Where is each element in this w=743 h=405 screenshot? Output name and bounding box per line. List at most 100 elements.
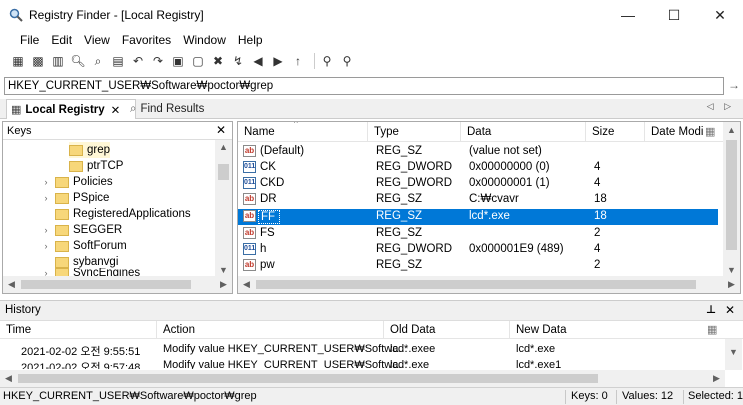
column-time[interactable]: Time xyxy=(0,321,157,339)
value-size: 18 xyxy=(594,210,607,222)
value-row[interactable]: ab pw REG_SZ 2 xyxy=(238,258,718,274)
scroll-thumb[interactable] xyxy=(726,140,737,250)
column-date-modified[interactable]: Date Modi xyxy=(645,122,705,142)
find-next-icon[interactable]: ⌕ xyxy=(90,53,106,69)
value-row[interactable]: 011 CK REG_DWORD 0x00000000 (0) 4 xyxy=(238,160,718,176)
registry-grid-icon: ▦ xyxy=(11,104,22,116)
chevron-right-icon[interactable]: › xyxy=(41,177,51,187)
scroll-right-icon[interactable]: ▶ xyxy=(215,279,232,290)
tab-find-results[interactable]: ⌕ Find Results xyxy=(126,99,236,119)
column-name[interactable]: Name xyxy=(238,122,368,142)
scroll-thumb[interactable] xyxy=(18,374,598,383)
menu-favorites[interactable]: Favorites xyxy=(116,33,177,47)
menu-edit[interactable]: Edit xyxy=(45,33,78,47)
column-chooser-icon[interactable]: ▦ xyxy=(707,323,717,336)
close-icon[interactable]: ✕ xyxy=(725,303,735,317)
value-name-edit[interactable]: FF xyxy=(258,210,280,224)
value-row[interactable]: ab (Default) REG_SZ (value not set) xyxy=(238,144,718,160)
close-icon[interactable]: ✕ xyxy=(216,123,226,137)
pin-icon[interactable]: ⊥ xyxy=(706,303,716,316)
scroll-up-icon[interactable]: ▲ xyxy=(215,142,232,152)
values-vertical-scrollbar[interactable]: ▲ ▼ xyxy=(723,122,740,277)
string-value-icon: ab xyxy=(243,193,256,205)
chevron-right-icon[interactable]: › xyxy=(41,225,51,235)
value-row[interactable]: 011 h REG_DWORD 0x000001E9 (489) 4 xyxy=(238,242,718,258)
tab-scroll-arrows[interactable]: ◁ ▷ xyxy=(707,101,735,112)
tree-item-policies[interactable]: › Policies xyxy=(41,174,113,190)
chevron-right-icon[interactable]: › xyxy=(41,193,51,203)
redo-icon[interactable]: ↷ xyxy=(150,53,166,69)
scroll-thumb[interactable] xyxy=(218,164,229,180)
history-title: History xyxy=(5,304,41,316)
registry-grid-icon[interactable]: ▦ xyxy=(10,53,26,69)
rename-icon[interactable]: ↯ xyxy=(230,53,246,69)
values-horizontal-scrollbar[interactable]: ◀ ▶ xyxy=(238,276,740,293)
column-old-data[interactable]: Old Data xyxy=(384,321,510,339)
scroll-up-icon[interactable]: ▲ xyxy=(723,125,740,135)
tree-item-label: grep xyxy=(87,144,111,156)
copy-icon[interactable]: ▣ xyxy=(170,53,186,69)
value-name: FS xyxy=(260,227,275,239)
undo-icon[interactable]: ↶ xyxy=(130,53,146,69)
close-button[interactable]: ✕ xyxy=(697,0,743,30)
close-tab-icon[interactable]: ✕ xyxy=(111,103,121,117)
history-horizontal-scrollbar[interactable]: ◀ ▶ xyxy=(0,370,725,387)
registry-file-icon[interactable]: ▥ xyxy=(50,53,66,69)
scroll-left-icon[interactable]: ◀ xyxy=(0,373,17,384)
history-vertical-scrollbar[interactable]: ▼ xyxy=(725,339,742,370)
menu-help[interactable]: Help xyxy=(232,33,269,47)
menu-view[interactable]: View xyxy=(78,33,116,47)
minimize-button[interactable]: — xyxy=(605,0,651,30)
scroll-left-icon[interactable]: ◀ xyxy=(238,279,255,290)
find-icon[interactable]: 🔍︎ xyxy=(70,53,86,69)
tree-item-softforum[interactable]: › SoftForum xyxy=(41,238,127,254)
tree-item-segger[interactable]: › SEGGER xyxy=(41,222,123,238)
scroll-right-icon[interactable]: ▶ xyxy=(708,373,725,384)
value-row[interactable]: 011 CKD REG_DWORD 0x00000001 (1) 4 xyxy=(238,176,718,192)
parent-key-icon[interactable]: ↑ xyxy=(290,53,306,69)
back-icon[interactable]: ◀ xyxy=(250,53,266,69)
history-row[interactable]: 2021-02-02 오전 9:57:48 Modify value HKEY_… xyxy=(0,359,740,369)
column-chooser-icon[interactable]: ▦ xyxy=(705,125,715,138)
paste-icon[interactable]: ▢ xyxy=(190,53,206,69)
tab-local-registry[interactable]: ▦ Local Registry ✕ xyxy=(6,99,136,119)
tree-item-ptrtcp[interactable]: ptrTCP xyxy=(69,158,123,174)
history-header: History ⊥ ✕ xyxy=(0,301,743,321)
value-row[interactable]: ab DR REG_SZ C:₩cvavr 18 xyxy=(238,192,718,208)
keys-horizontal-scrollbar[interactable]: ◀ ▶ xyxy=(3,276,232,293)
go-arrow-icon[interactable]: → xyxy=(727,78,741,94)
chevron-right-icon[interactable]: › xyxy=(41,241,51,251)
bookmark-icon[interactable]: ⚲ xyxy=(319,53,335,69)
column-action[interactable]: Action xyxy=(157,321,384,339)
column-type[interactable]: Type xyxy=(368,122,461,142)
column-new-data[interactable]: New Data xyxy=(510,321,700,339)
scroll-down-icon[interactable]: ▼ xyxy=(725,347,742,357)
bookmark-remove-icon[interactable]: ⚲ xyxy=(339,53,355,69)
menu-window[interactable]: Window xyxy=(177,33,232,47)
address-input[interactable]: HKEY_CURRENT_USER₩Software₩poctor₩grep xyxy=(4,77,724,95)
remote-registry-icon[interactable]: ▩ xyxy=(30,53,46,69)
delete-icon[interactable]: ✖ xyxy=(210,53,226,69)
new-key-icon[interactable]: ▤ xyxy=(110,53,126,69)
value-row-selected[interactable]: ab FF REG_SZ lcd*.exe 18 xyxy=(238,209,718,225)
history-old-data: lcd*.exee xyxy=(390,343,436,355)
column-size[interactable]: Size xyxy=(586,122,645,142)
history-row[interactable]: 2021-02-02 오전 9:55:51 Modify value HKEY_… xyxy=(0,343,740,358)
scroll-left-icon[interactable]: ◀ xyxy=(3,279,20,290)
value-row[interactable]: ab FS REG_SZ 2 xyxy=(238,226,718,242)
forward-icon[interactable]: ▶ xyxy=(270,53,286,69)
maximize-button[interactable]: ☐ xyxy=(651,0,697,30)
menu-file[interactable]: File xyxy=(14,33,45,47)
value-name: CK xyxy=(260,161,276,173)
scroll-thumb[interactable] xyxy=(21,280,191,289)
tree-item-pspice[interactable]: › PSpice xyxy=(41,190,110,206)
value-name: h xyxy=(260,243,267,255)
keys-vertical-scrollbar[interactable]: ▲ ▼ xyxy=(215,140,232,277)
tree-item-grep[interactable]: grep xyxy=(69,142,111,158)
scroll-down-icon[interactable]: ▼ xyxy=(723,265,740,275)
column-data[interactable]: Data xyxy=(461,122,586,142)
scroll-down-icon[interactable]: ▼ xyxy=(215,265,232,275)
tree-item-registeredapplications[interactable]: RegisteredApplications xyxy=(41,206,191,222)
scroll-right-icon[interactable]: ▶ xyxy=(723,279,740,290)
scroll-thumb[interactable] xyxy=(256,280,696,289)
